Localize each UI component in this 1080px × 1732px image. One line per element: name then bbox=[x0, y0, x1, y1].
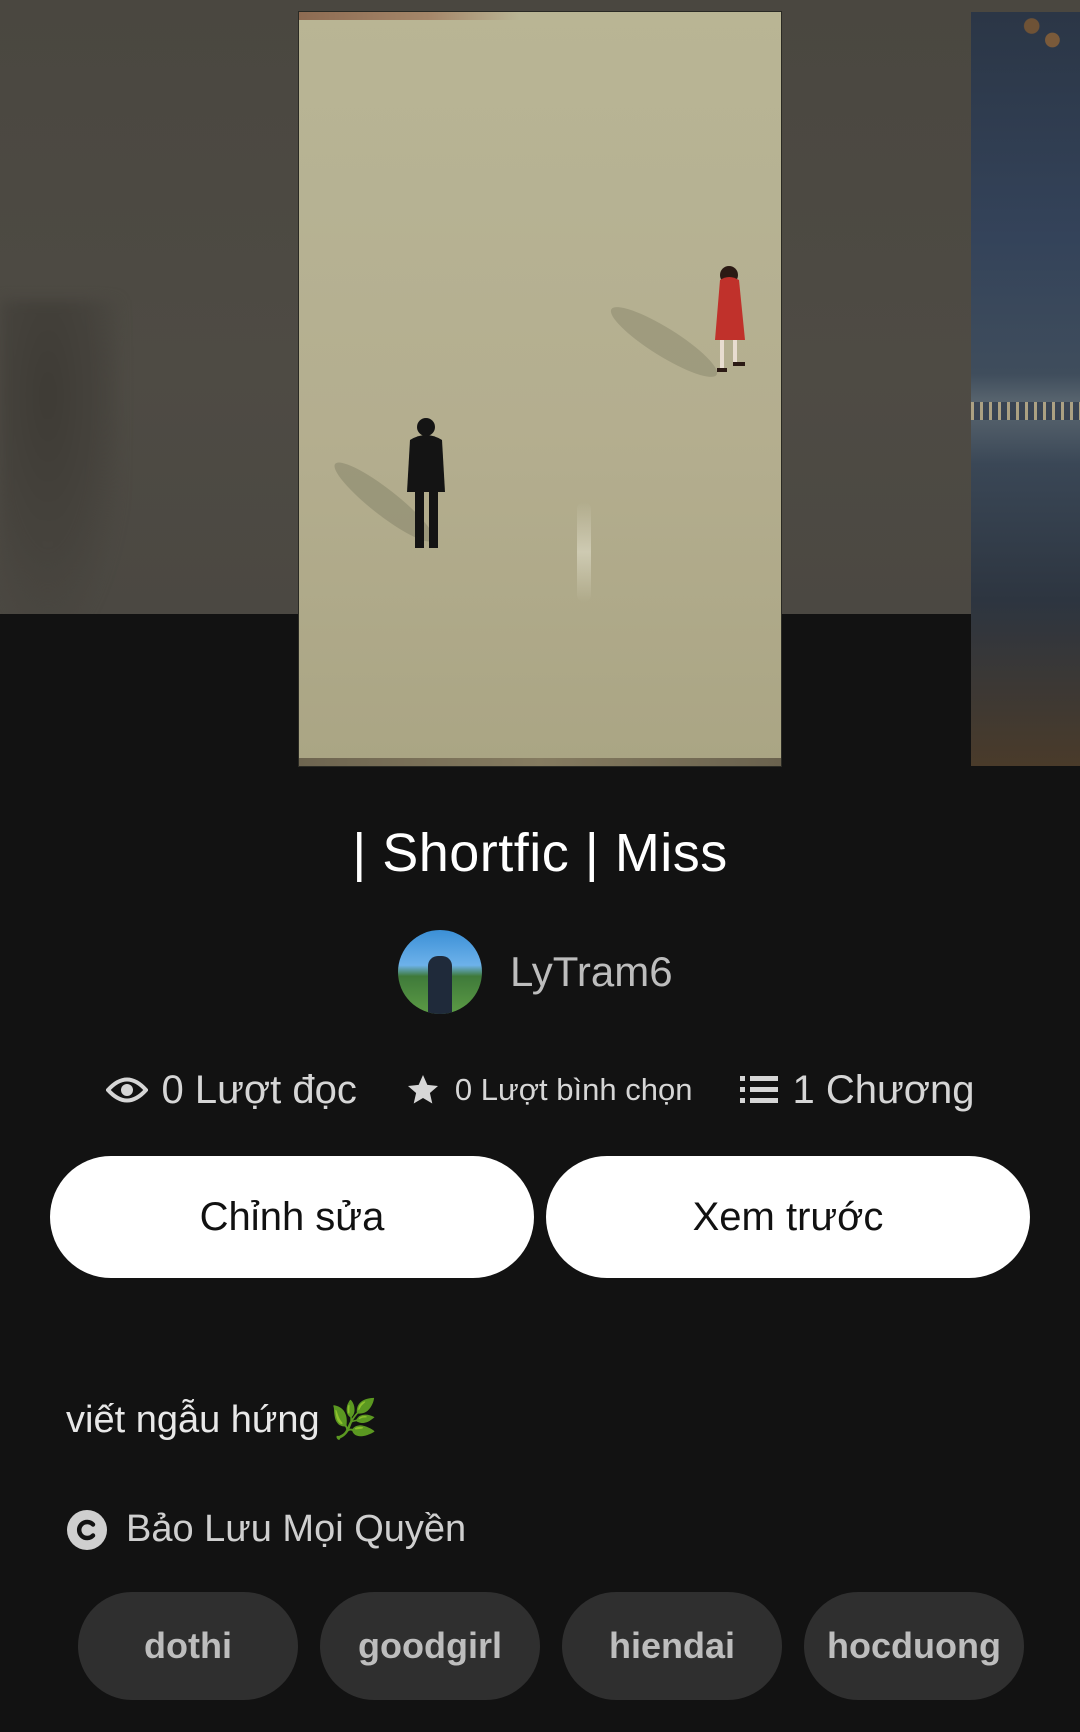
votes-count: 0 Lượt bình chọn bbox=[454, 1072, 693, 1107]
avatar-figure bbox=[428, 956, 452, 1014]
preview-button[interactable]: Xem trước bbox=[546, 1156, 1030, 1278]
stat-reads: 0 Lượt đọc bbox=[105, 1067, 357, 1113]
cover-edge-bottom bbox=[299, 758, 781, 766]
tag-list: dothi goodgirl hiendai hocduong bbox=[78, 1592, 1038, 1702]
license-info: Bảo Lưu Mọi Quyền bbox=[66, 1508, 466, 1551]
avatar[interactable] bbox=[398, 930, 482, 1014]
cover-light-streak bbox=[577, 502, 591, 602]
author-name[interactable]: LyTram6 bbox=[510, 948, 673, 996]
action-buttons: Chỉnh sửa Xem trước bbox=[50, 1156, 1030, 1278]
reads-count: 0 Lượt đọc bbox=[161, 1067, 357, 1112]
story-description: viết ngẫu hứng 🌿 bbox=[66, 1399, 378, 1441]
stat-chapters[interactable]: 1 Chương bbox=[740, 1068, 974, 1113]
tag-chip[interactable]: goodgirl bbox=[320, 1592, 540, 1700]
story-stats: 0 Lượt đọc 0 Lượt bình chọn 1 Chương bbox=[0, 1058, 1080, 1122]
next-story-cover[interactable] bbox=[971, 12, 1080, 766]
list-icon bbox=[740, 1076, 779, 1103]
star-icon bbox=[407, 1075, 438, 1104]
cover-artwork bbox=[334, 266, 745, 548]
eye-icon bbox=[105, 1077, 148, 1103]
background-blurred-figure bbox=[0, 300, 120, 614]
cover-branches bbox=[1011, 12, 1080, 82]
chapters-count: 1 Chương bbox=[792, 1067, 975, 1112]
author-link[interactable]: LyTram6 bbox=[398, 930, 673, 1014]
cover-city-lights bbox=[971, 402, 1080, 420]
tag-chip[interactable]: dothi bbox=[78, 1592, 298, 1700]
stat-votes: 0 Lượt bình chọn bbox=[405, 1072, 693, 1108]
story-cover[interactable] bbox=[299, 12, 781, 766]
tag-chip[interactable]: hocduong bbox=[804, 1592, 1024, 1700]
story-title: | Shortfic | Miss bbox=[352, 823, 728, 883]
edit-button[interactable]: Chỉnh sửa bbox=[50, 1156, 534, 1278]
tag-chip[interactable]: hiendai bbox=[562, 1592, 782, 1700]
copyright-icon bbox=[67, 1509, 107, 1550]
license-label: Bảo Lưu Mọi Quyền bbox=[126, 1508, 467, 1550]
